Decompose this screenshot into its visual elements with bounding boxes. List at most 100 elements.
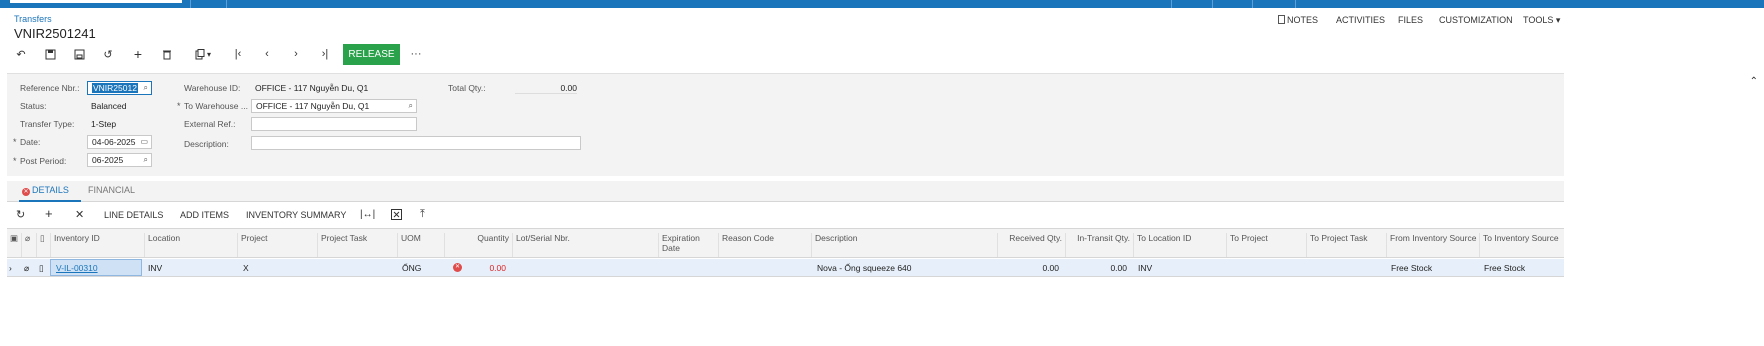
undo-icon[interactable]: ↶	[13, 46, 29, 62]
column-location[interactable]: Location	[144, 233, 237, 257]
reference-nbr-field[interactable]: VNIR25012 ⌕	[87, 81, 152, 95]
tab-financial[interactable]: FINANCIAL	[88, 185, 135, 195]
inventory-summary-button[interactable]: INVENTORY SUMMARY	[246, 210, 346, 220]
inventory-id-link[interactable]: V-IL-00310	[56, 263, 98, 273]
document-header-form	[7, 73, 1564, 176]
top-navigation-bar	[0, 0, 1764, 8]
add-row-icon[interactable]: +	[45, 206, 53, 221]
files-link[interactable]: FILES	[1398, 15, 1423, 25]
post-period-label: Post Period:	[20, 156, 67, 166]
line-details-button[interactable]: LINE DETAILS	[104, 210, 163, 220]
release-button[interactable]: RELEASE	[343, 44, 400, 65]
transfer-type-label: Transfer Type:	[20, 119, 75, 129]
upload-icon[interactable]: ⤒	[420, 208, 425, 221]
date-field[interactable]: 04-06-2025 ▭	[87, 135, 152, 149]
next-record-icon[interactable]: ›	[288, 46, 304, 62]
nav-divider	[1171, 0, 1172, 8]
column-quantity[interactable]: Quantity	[444, 233, 512, 257]
breadcrumb[interactable]: Transfers	[14, 14, 52, 24]
first-record-icon[interactable]: |‹	[230, 46, 246, 62]
required-marker: *	[13, 156, 17, 166]
column-received-qty[interactable]: Received Qty.	[997, 233, 1065, 257]
total-qty-label: Total Qty.:	[448, 83, 486, 93]
column-to-inventory-source[interactable]: To Inventory Source	[1479, 233, 1564, 257]
project-cell[interactable]: X	[243, 263, 249, 273]
column-inventory-id[interactable]: Inventory ID	[50, 233, 144, 257]
search-icon[interactable]: ⌕	[144, 154, 148, 166]
quantity-cell[interactable]: 0.00	[472, 263, 506, 273]
table-row[interactable]: › ⌀ ▯ V-IL-00310 INV X ỐNG ✕ 0.00 Nova -…	[7, 259, 1564, 277]
attachment-header-icon: ⌀	[21, 233, 35, 257]
column-project-task[interactable]: Project Task	[317, 233, 397, 257]
column-to-project[interactable]: To Project	[1226, 233, 1306, 257]
nav-divider	[226, 0, 227, 8]
to-warehouse-field[interactable]: OFFICE - 117 Nguyễn Du, Q1 ⌕	[251, 99, 417, 113]
notes-link[interactable]: NOTES	[1278, 15, 1318, 25]
warehouse-id-label: Warehouse ID:	[184, 83, 241, 93]
export-excel-icon[interactable]	[391, 209, 402, 222]
collapse-icon[interactable]: ⌃	[1750, 76, 1758, 87]
search-icon[interactable]: ⌕	[409, 100, 413, 112]
fit-columns-icon[interactable]: |↔|	[360, 209, 375, 220]
column-uom[interactable]: UOM	[397, 233, 444, 257]
chevron-down-icon: ▾	[1555, 15, 1561, 25]
column-in-transit-qty[interactable]: In-Transit Qty.	[1065, 233, 1133, 257]
save-icon[interactable]	[71, 46, 87, 62]
warehouse-id-value: OFFICE - 117 Nguyễn Du, Q1	[255, 83, 369, 93]
previous-record-icon[interactable]: ‹	[259, 46, 275, 62]
transfer-type-value: 1-Step	[91, 119, 117, 129]
status-label: Status:	[20, 101, 47, 111]
note-icon	[1278, 15, 1285, 24]
description-label: Description:	[184, 139, 229, 149]
required-marker: *	[177, 101, 181, 111]
search-icon[interactable]: ⌕	[144, 82, 148, 94]
tab-bar: ✕ DETAILS FINANCIAL	[7, 181, 1564, 202]
calendar-icon[interactable]: ▭	[140, 136, 148, 148]
error-icon: ✕	[453, 263, 462, 272]
in-transit-qty-cell[interactable]: 0.00	[1077, 263, 1127, 273]
location-cell[interactable]: INV	[148, 263, 162, 273]
post-period-field[interactable]: 06-2025 ⌕	[87, 153, 152, 167]
last-record-icon[interactable]: ›|	[317, 46, 333, 62]
nav-divider	[1295, 0, 1296, 8]
error-icon: ✕	[22, 188, 30, 196]
description-field[interactable]	[251, 136, 581, 150]
copy-paste-icon[interactable]: ▾	[190, 46, 216, 62]
nav-divider	[190, 0, 191, 8]
column-to-location-id[interactable]: To Location ID	[1133, 233, 1226, 257]
from-inventory-source-cell[interactable]: Free Stock	[1391, 263, 1432, 273]
activities-link[interactable]: ACTIVITIES	[1336, 15, 1385, 25]
cancel-icon[interactable]: ↺	[100, 46, 116, 62]
description-cell[interactable]: Nova - Ống squeeze 640	[817, 263, 912, 273]
more-icon[interactable]: ···	[408, 46, 424, 62]
column-description[interactable]: Description	[811, 233, 997, 257]
column-lot-serial[interactable]: Lot/Serial Nbr.	[512, 233, 658, 257]
add-items-button[interactable]: ADD ITEMS	[180, 210, 229, 220]
global-search-input[interactable]	[10, 0, 182, 3]
external-ref-field[interactable]	[251, 117, 417, 131]
grid-toolbar: ↻ + ✕ LINE DETAILS ADD ITEMS INVENTORY S…	[7, 206, 1564, 226]
column-from-inventory-source[interactable]: From Inventory Source	[1386, 233, 1479, 257]
to-location-cell[interactable]: INV	[1138, 263, 1152, 273]
page-title: VNIR2501241	[14, 26, 96, 41]
note-icon[interactable]: ▯	[39, 263, 44, 274]
column-reason-code[interactable]: Reason Code	[718, 233, 811, 257]
row-expand-icon[interactable]: ›	[9, 263, 12, 273]
uom-cell[interactable]: ỐNG	[402, 263, 421, 273]
nav-divider	[1252, 0, 1253, 8]
refresh-icon[interactable]: ↻	[16, 208, 25, 221]
to-inventory-source-cell[interactable]: Free Stock	[1484, 263, 1525, 273]
date-label: Date:	[20, 137, 41, 147]
delete-icon[interactable]	[159, 46, 175, 62]
tools-menu[interactable]: TOOLS ▾	[1523, 15, 1560, 26]
customization-link[interactable]: CUSTOMIZATION	[1439, 15, 1513, 25]
column-project[interactable]: Project	[237, 233, 317, 257]
column-to-project-task[interactable]: To Project Task	[1306, 233, 1386, 257]
attachment-icon[interactable]: ⌀	[24, 263, 29, 274]
save-close-icon[interactable]	[42, 46, 58, 62]
add-icon[interactable]: +	[130, 46, 146, 62]
column-expiration-date[interactable]: Expiration Date	[658, 233, 718, 257]
received-qty-cell[interactable]: 0.00	[1009, 263, 1059, 273]
delete-row-icon[interactable]: ✕	[75, 208, 84, 221]
tab-details[interactable]: ✕ DETAILS	[22, 185, 69, 196]
